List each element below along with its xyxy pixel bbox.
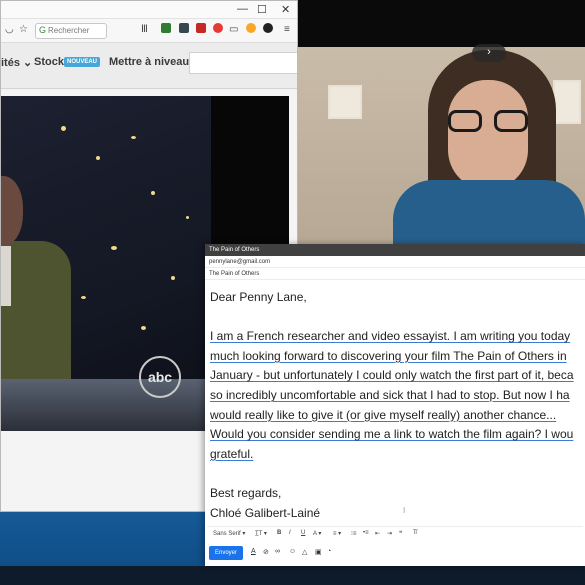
search-placeholder: Rechercher — [48, 26, 90, 35]
text-color-button[interactable]: A ▾ — [313, 530, 321, 537]
to-field[interactable]: pennylane@gmail.com — [205, 256, 585, 268]
chevron-right-icon[interactable]: › — [472, 44, 506, 62]
email-compose-window: The Pain of Others pennylane@gmail.com T… — [205, 244, 585, 566]
formatting-toolbar: Sans Serif ▾ T̲T ▾ B I U A ▾ ≡ ▾ ⁝≡ •≡ ⇤… — [207, 526, 583, 540]
font-size-select[interactable]: T̲T ▾ — [255, 530, 267, 537]
body-line: January - but unfortunately I could only… — [210, 368, 574, 383]
participant-glasses — [446, 110, 534, 132]
city-light — [96, 156, 100, 160]
minimize-icon[interactable]: — — [237, 3, 248, 15]
body-line: Would you consider sending me a link to … — [210, 427, 574, 442]
maximize-icon[interactable]: ☐ — [257, 3, 267, 16]
news-anchor-head — [1, 176, 23, 246]
taskbar — [0, 566, 585, 585]
search-icon: G — [39, 25, 47, 35]
news-anchor-shirt — [1, 246, 11, 306]
emoji-icon[interactable]: ☺ — [289, 548, 296, 555]
browser-titlebar: — ☐ ✕ — [1, 1, 297, 19]
bulleted-list-button[interactable]: •≡ — [363, 530, 369, 536]
city-light — [61, 126, 66, 131]
nav-item-features[interactable]: ités ⌄ — [1, 56, 32, 69]
drive-icon[interactable]: △ — [302, 548, 307, 556]
browser-toolbar: ◡ ☆ G Rechercher Ⅲ ▭ ≡ — [1, 19, 297, 43]
text-cursor-icon: I — [403, 506, 406, 515]
compose-title[interactable]: The Pain of Others — [205, 244, 585, 256]
link-icon[interactable]: ∞ — [275, 548, 280, 555]
news-desk — [1, 379, 211, 431]
extension-green-icon[interactable] — [161, 23, 171, 33]
indent-less-button[interactable]: ⇤ — [375, 530, 380, 537]
formatting-options-icon[interactable]: A — [251, 548, 256, 555]
site-search-input[interactable] — [189, 52, 297, 74]
nav-item-upgrade[interactable]: Mettre à niveau — [109, 56, 189, 68]
bookmark-star-icon[interactable]: ☆ — [19, 24, 28, 35]
italic-button[interactable]: I — [289, 530, 291, 536]
participant-face — [448, 80, 528, 190]
email-body[interactable]: Dear Penny Lane, I am a French researche… — [210, 288, 585, 523]
extension-red-icon[interactable] — [196, 23, 206, 33]
subject-field[interactable]: The Pain of Others — [205, 268, 585, 280]
wall-poster — [328, 85, 362, 119]
extension-badge-icon[interactable] — [179, 23, 189, 33]
news-anchor-body — [1, 241, 71, 391]
city-light — [171, 276, 175, 280]
indent-more-button[interactable]: ⇥ — [387, 530, 392, 537]
clear-formatting-button[interactable]: T̸ — [413, 530, 417, 536]
send-row: Envoyer A ⊘ ∞ ☺ △ ▣ ◔ — [205, 544, 585, 562]
photo-icon[interactable]: ▣ — [315, 548, 322, 556]
underline-button[interactable]: U — [301, 530, 305, 536]
sidebar-icon[interactable]: ▭ — [229, 24, 238, 35]
body-line: would really like to give it (or give my… — [210, 407, 557, 422]
greeting-line: Dear Penny Lane, — [210, 290, 307, 304]
news-video-player[interactable]: abc — [1, 96, 211, 431]
library-icon[interactable]: Ⅲ — [141, 24, 148, 35]
closing-line: Best regards, — [210, 485, 282, 500]
lock-icon[interactable]: ◔ — [327, 548, 331, 555]
extension-user-icon[interactable] — [246, 23, 256, 33]
city-light — [81, 296, 86, 299]
city-light — [186, 216, 189, 219]
site-navbar: ités ⌄ Stock NOUVEAU Mettre à niveau — [1, 43, 297, 89]
city-light — [141, 326, 146, 330]
wall-frame — [553, 80, 581, 124]
numbered-list-button[interactable]: ⁝≡ — [351, 530, 356, 537]
search-input[interactable]: G Rechercher — [35, 23, 107, 39]
city-light — [131, 136, 136, 139]
video-call-header — [298, 0, 585, 47]
attach-icon[interactable]: ⊘ — [263, 548, 269, 556]
pocket-icon[interactable]: ◡ — [5, 24, 14, 35]
body-line: grateful. — [210, 446, 254, 461]
film-title: The Pain of Others — [453, 348, 554, 363]
participant-shirt — [393, 180, 585, 244]
body-line: much looking forward to discovering your… — [210, 348, 567, 363]
quote-button[interactable]: ❝ — [399, 530, 402, 537]
body-line: I am a French researcher and video essay… — [210, 329, 571, 344]
send-button[interactable]: Envoyer — [209, 546, 243, 560]
close-icon[interactable]: ✕ — [281, 3, 290, 16]
video-call-window[interactable]: › — [298, 0, 585, 244]
font-select[interactable]: Sans Serif ▾ — [213, 530, 245, 537]
nav-item-stock[interactable]: Stock — [34, 56, 64, 68]
new-badge: NOUVEAU — [64, 57, 101, 67]
city-light — [151, 191, 155, 195]
abc-logo: abc — [139, 356, 181, 398]
align-select[interactable]: ≡ ▾ — [333, 530, 341, 537]
extension-pin-icon[interactable] — [213, 23, 223, 33]
menu-icon[interactable]: ≡ — [284, 24, 290, 35]
body-line: so incredibly uncomfortable and sick tha… — [210, 387, 570, 402]
city-light — [111, 246, 117, 250]
signature-line: Chloé Galibert-Lainé — [210, 505, 321, 520]
bold-button[interactable]: B — [277, 530, 281, 536]
extension-dark-icon[interactable] — [263, 23, 273, 33]
